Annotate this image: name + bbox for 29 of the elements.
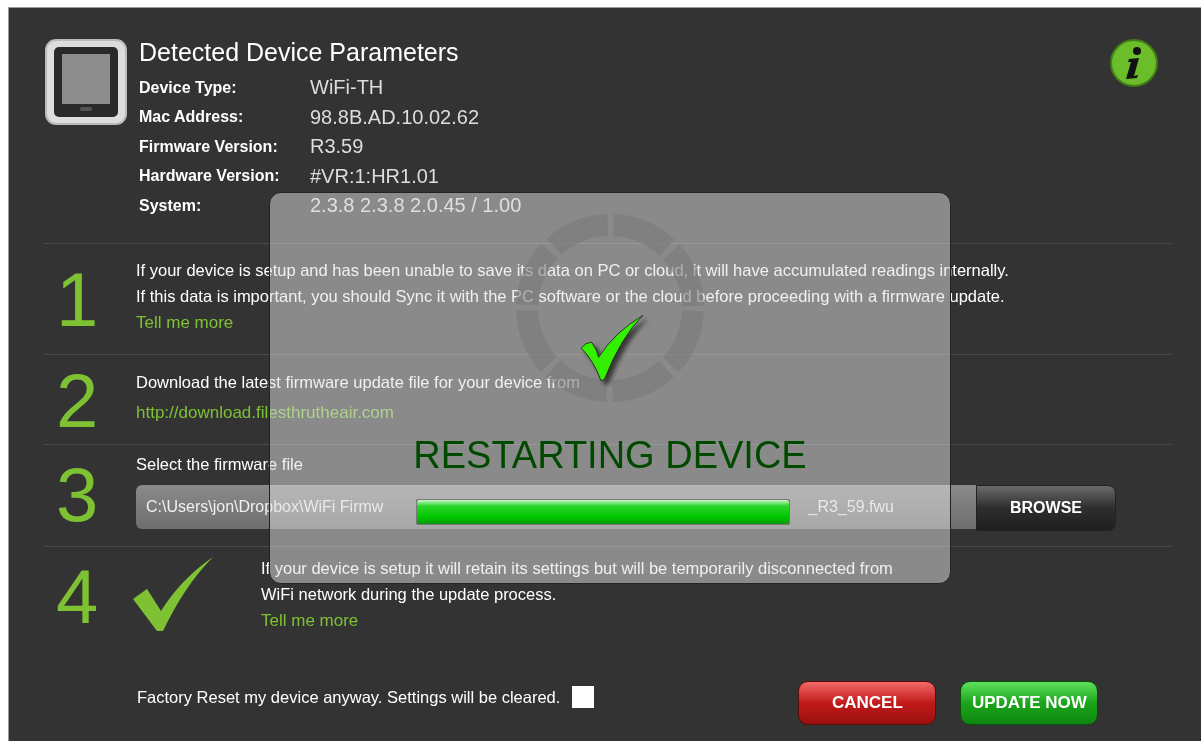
tell-me-more-link[interactable]: Tell me more xyxy=(136,313,234,333)
info-icon[interactable] xyxy=(1109,38,1159,88)
param-label: Hardware Version: xyxy=(139,167,281,186)
step-number: 4 xyxy=(55,553,100,641)
step-text: Select the firmware file xyxy=(136,454,303,475)
factory-reset-checkbox[interactable] xyxy=(572,686,595,708)
step-number: 3 xyxy=(55,451,100,539)
param-value: #VR:1:HR1.01 xyxy=(310,164,439,188)
param-value: 98.8B.AD.10.02.62 xyxy=(310,105,479,129)
factory-reset-label: Factory Reset my device anyway. Settings will be cleared. xyxy=(137,687,561,707)
step-text: If this data is important, you should Sync it with the PC software or the cloud before proceeding with a firmware update. xyxy=(136,286,1005,307)
browse-button[interactable]: BROWSE xyxy=(976,485,1116,531)
dialog-title: Detected Device Parameters xyxy=(139,38,460,67)
tell-me-more-link[interactable]: Tell me more xyxy=(261,611,359,631)
param-value: WiFi-TH xyxy=(310,76,384,100)
param-value: 2.3.8 2.3.8 2.0.45 / 1.00 xyxy=(310,194,522,218)
update-now-button[interactable]: UPDATE NOW xyxy=(960,681,1099,725)
param-label: Device Type: xyxy=(139,78,238,97)
param-label: System: xyxy=(139,196,203,215)
param-value: R3.59 xyxy=(310,135,364,159)
step-number: 2 xyxy=(55,357,100,444)
param-label: Mac Address: xyxy=(139,108,245,127)
step-number: 1 xyxy=(55,256,100,344)
device-icon xyxy=(44,38,128,126)
cancel-button[interactable]: CANCEL xyxy=(798,681,937,725)
restarting-message: RESTARTING DEVICE xyxy=(413,434,807,477)
step-text: Download the latest firmware update file for your device from xyxy=(136,372,580,393)
step-text: WiFi network during the update process. xyxy=(261,584,557,605)
param-label: Firmware Version: xyxy=(139,137,279,156)
